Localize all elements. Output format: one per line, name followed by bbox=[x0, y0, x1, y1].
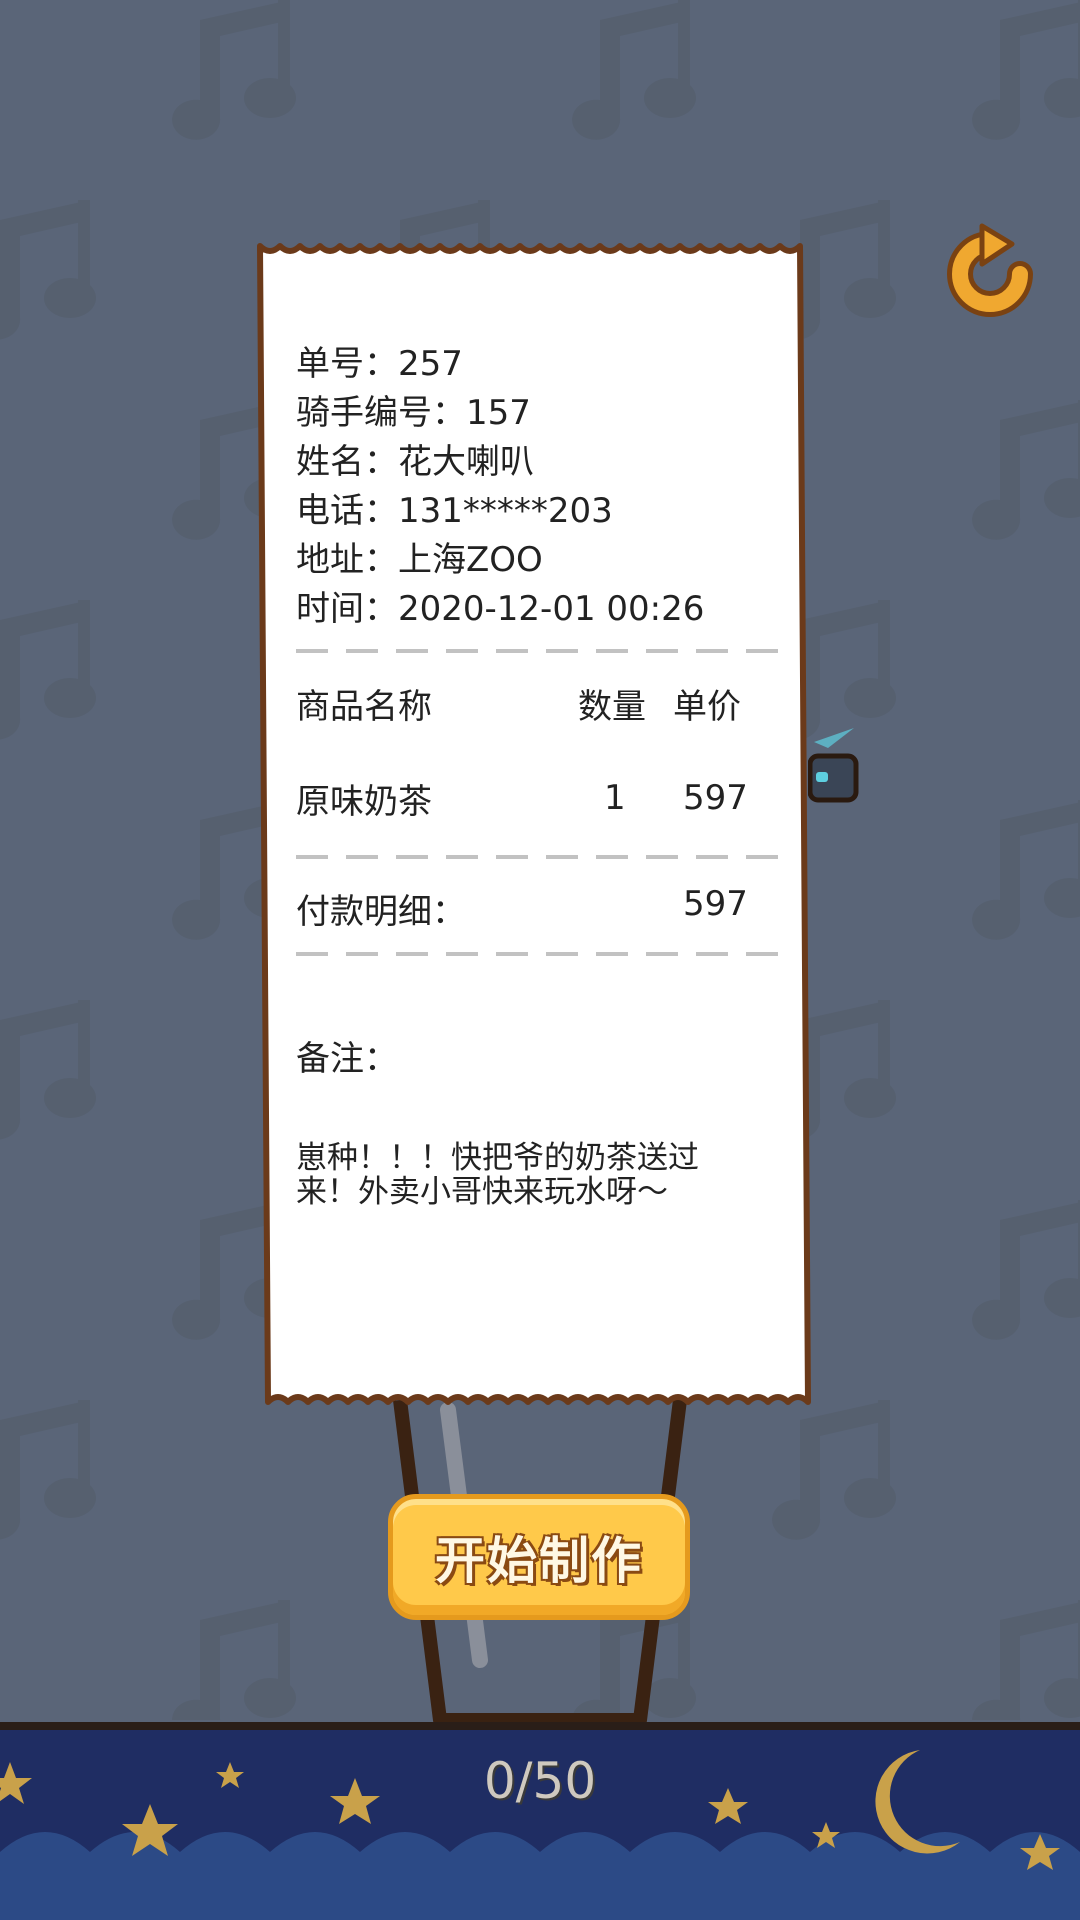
payment-label: 付款明细： bbox=[296, 892, 466, 932]
customer-address: 地址：上海ZOO bbox=[296, 540, 543, 580]
receipt-clip bbox=[808, 728, 859, 803]
item-name: 原味奶茶 bbox=[296, 782, 432, 822]
start-making-label: 开始制作 bbox=[435, 1532, 643, 1590]
payment-total: 597 bbox=[683, 884, 748, 924]
progress-counter: 0/50 bbox=[483, 1752, 597, 1810]
remark-text: 崽种！！！快把爷的奶茶送过来！外卖小哥快来玩水呀～ bbox=[296, 1140, 699, 1210]
divider bbox=[296, 855, 784, 859]
start-making-button[interactable]: 开始制作 bbox=[388, 1494, 690, 1620]
remark-label: 备注： bbox=[296, 1039, 398, 1079]
divider bbox=[296, 649, 784, 653]
header-quantity: 数量 bbox=[578, 687, 646, 727]
customer-phone: 电话：131*****203 bbox=[296, 491, 613, 531]
refresh-icon[interactable] bbox=[938, 222, 1042, 326]
customer-name: 姓名：花大喇叭 bbox=[296, 442, 534, 482]
item-price: 597 bbox=[683, 778, 748, 818]
order-number: 单号：257 bbox=[296, 344, 463, 384]
order-receipt: 单号：257 骑手编号：157 姓名：花大喇叭 电话：131*****203 地… bbox=[256, 238, 812, 1412]
rider-number: 骑手编号：157 bbox=[296, 393, 531, 433]
order-time: 时间：2020-12-01 00:26 bbox=[296, 589, 705, 629]
item-quantity: 1 bbox=[604, 778, 626, 818]
header-unit-price: 单价 bbox=[673, 687, 741, 727]
divider bbox=[296, 952, 784, 956]
header-item-name: 商品名称 bbox=[296, 687, 432, 727]
